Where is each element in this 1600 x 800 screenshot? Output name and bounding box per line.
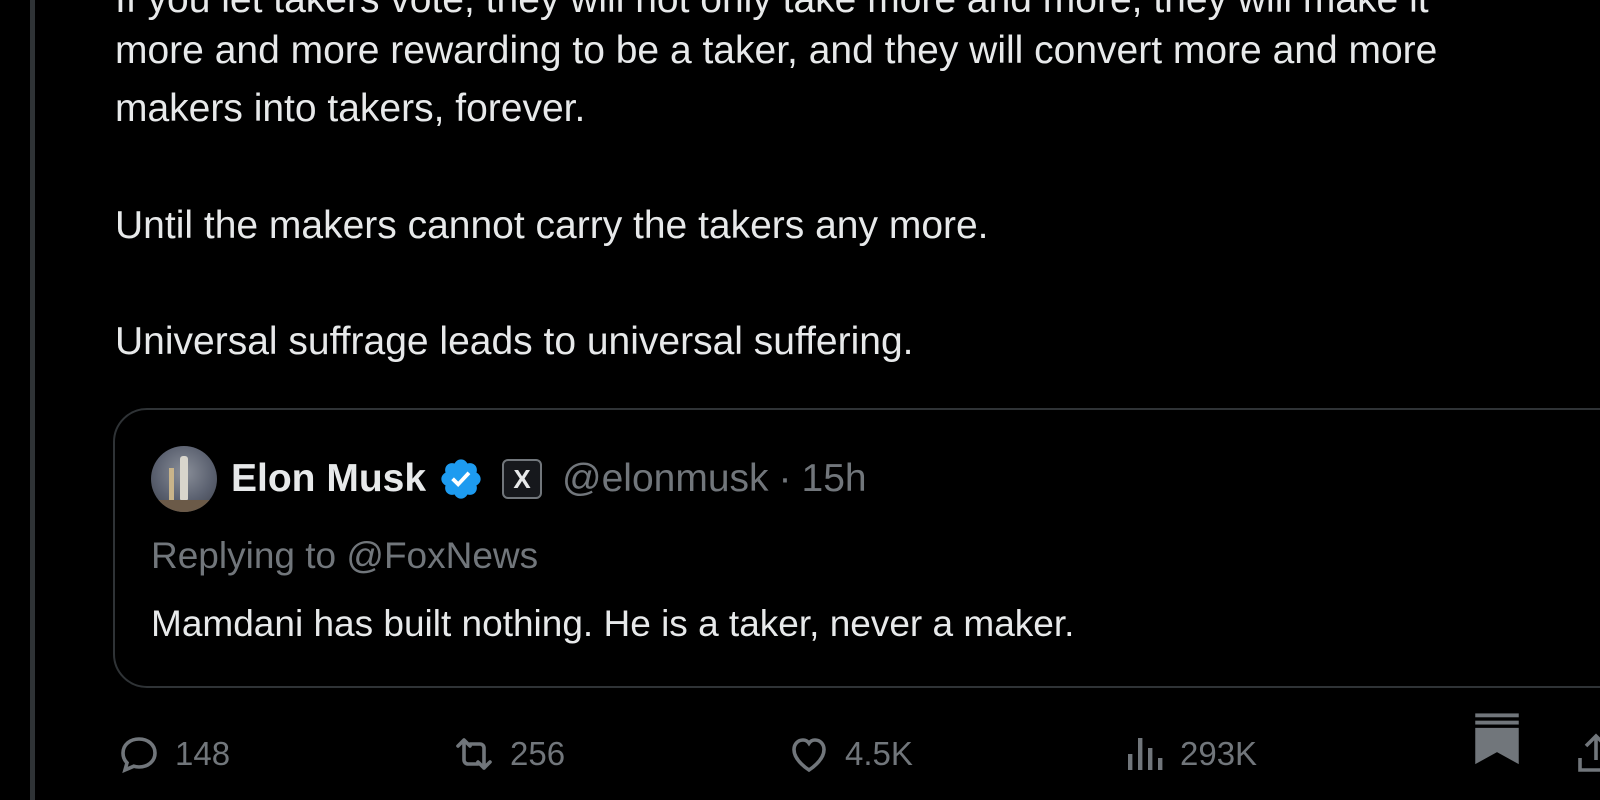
post-text-line-5: Universal suffrage leads to universal su… (115, 320, 914, 363)
post-action-bar: 148 256 4.5K 293K (0, 713, 1600, 780)
avatar-tower (169, 468, 174, 504)
like-button[interactable]: 4.5K (785, 730, 913, 778)
verified-badge-icon (441, 459, 481, 499)
reply-icon (121, 737, 157, 774)
quoted-post[interactable]: Elon Musk X @elonmusk · 15h Replying to … (113, 408, 1600, 688)
share-button[interactable] (1572, 730, 1600, 778)
views-icon (1128, 738, 1163, 770)
quoted-post-text: Mamdani has built nothing. He is a taker… (151, 603, 1075, 644)
replying-to: Replying to @FoxNews (151, 535, 539, 576)
views-button[interactable]: 293K (1120, 730, 1257, 778)
author-handle[interactable]: @elonmusk (562, 457, 769, 501)
x-badge-letter: X (513, 463, 531, 494)
like-count: 4.5K (845, 735, 913, 772)
share-icon (1578, 733, 1600, 772)
reply-count: 148 (175, 735, 231, 772)
view-count: 293K (1180, 735, 1258, 772)
avatar[interactable] (151, 446, 217, 512)
bookmark-icon (1475, 713, 1519, 765)
bookmark-button[interactable] (1468, 706, 1538, 774)
reply-button[interactable]: 148 (115, 730, 230, 778)
thread-line (30, 0, 35, 800)
post-text-line-2: more and more rewarding to be a taker, a… (115, 29, 1438, 72)
repost-count: 256 (510, 735, 566, 772)
post-text-line-4: Until the makers cannot carry the takers… (115, 204, 989, 247)
avatar-ground (151, 500, 217, 512)
x-affiliation-badge: X (502, 459, 543, 499)
repost-icon (456, 738, 492, 770)
post-text-line-3: makers into takers, forever. (115, 87, 586, 130)
post-timestamp[interactable]: 15h (802, 457, 867, 501)
repost-button[interactable]: 256 (450, 730, 565, 778)
quoted-post-header: Elon Musk X @elonmusk · 15h (151, 444, 867, 514)
heart-icon (792, 738, 826, 773)
meta-separator: · (778, 457, 792, 500)
author-name[interactable]: Elon Musk (231, 457, 426, 501)
avatar-rocket (180, 456, 188, 500)
